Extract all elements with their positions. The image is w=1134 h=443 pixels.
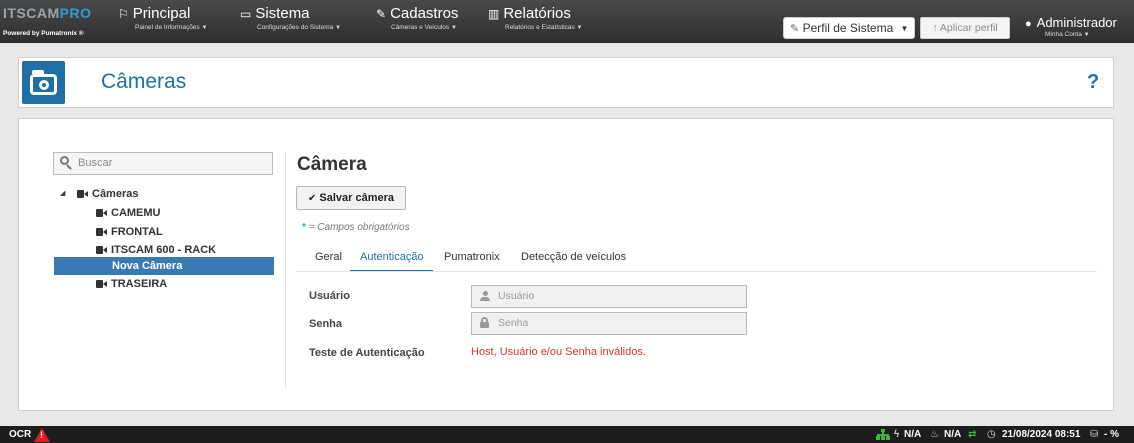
tree-item-nova-camera[interactable]: Nova Câmera	[54, 257, 274, 275]
clock-icon: ◷	[987, 429, 996, 440]
arrow-up-icon: ↑	[932, 22, 938, 34]
tree-item-camemu[interactable]: CAMEMU	[96, 204, 161, 222]
profile-select[interactable]: ✎ Perfil de Sistema ▼	[783, 17, 915, 39]
apply-profile-button[interactable]: ↑ Aplicar perfil	[920, 17, 1010, 39]
nav-sistema-subtitle: Configurações do Sistema	[257, 24, 334, 31]
wrench-icon: ✎	[790, 23, 800, 35]
lock-icon	[480, 317, 489, 328]
datetime: 21/08/2024 08:51	[1002, 429, 1081, 440]
main-panel: Buscar ◢ Câmeras CAMEMU FRONTAL ITSCAM 6…	[18, 118, 1114, 411]
search-icon	[60, 156, 72, 170]
video-camera-icon	[96, 280, 107, 288]
nav-sistema[interactable]: ▭ Sistema Configurações do Sistema ▼	[240, 5, 341, 39]
search-input[interactable]: Buscar	[53, 152, 273, 175]
auth-test-label: Teste de Autenticação	[309, 347, 425, 359]
brand-powered-by: Powered by Pumatronix ®	[3, 30, 84, 37]
page-title: Câmeras	[101, 70, 187, 93]
chevron-down-icon: ▼	[900, 24, 909, 33]
nav-relatorios[interactable]: ▥ Relatórios Relatórios e Estatísticas ▼	[488, 5, 583, 39]
video-camera-icon	[96, 209, 107, 217]
temperature-icon: ♨	[930, 429, 939, 440]
network-icon	[876, 429, 890, 440]
tab-geral[interactable]: Geral	[315, 250, 342, 264]
required-note-text: = Campos obrigatórios	[308, 222, 410, 233]
nav-principal-title: Principal	[132, 5, 191, 22]
bar-chart-icon: ▥	[488, 7, 500, 21]
tree-root-cameras[interactable]: ◢ Câmeras	[53, 185, 273, 203]
nav-principal[interactable]: ⚐ Principal Painel de Informações ▼	[118, 5, 207, 39]
password-field-placeholder: Senha	[498, 317, 529, 329]
camera-icon	[22, 61, 65, 104]
user-name: Administrador	[1036, 15, 1117, 30]
nav-cadastros-title: Cadastros	[390, 5, 459, 22]
profile-select-value: Perfil de Sistema	[802, 21, 894, 35]
page-header: Câmeras ?	[18, 57, 1114, 108]
tree-item-label: CAMEMU	[111, 207, 161, 219]
apply-profile-label: Aplicar perfil	[939, 22, 998, 34]
tree-item-label: ITSCAM 600 - RACK	[111, 244, 217, 256]
tree-item-label: FRONTAL	[111, 226, 163, 238]
monitor-icon: ▭	[240, 7, 252, 21]
form-title: Câmera	[297, 154, 367, 175]
user-icon	[480, 291, 490, 301]
expand-toggle-icon[interactable]: ◢	[60, 185, 65, 203]
save-camera-button[interactable]: ✔ Salvar câmera	[296, 186, 406, 210]
tab-pumatronix[interactable]: Pumatronix	[444, 250, 500, 264]
user-field-placeholder: Usuário	[498, 290, 535, 302]
tree-item-frontal[interactable]: FRONTAL	[96, 223, 163, 241]
caret-down-icon: ▼	[201, 25, 208, 31]
user-field-label: Usuário	[309, 290, 350, 302]
nav-relatorios-subtitle: Relatórios e Estatísticas	[505, 24, 575, 31]
caret-down-icon: ▼	[576, 25, 583, 31]
tree-root-label: Câmeras	[92, 188, 139, 200]
caret-down-icon: ▼	[335, 25, 342, 31]
tree-item-label: TRASEIRA	[111, 278, 168, 290]
nav-relatorios-title: Relatórios	[503, 5, 571, 22]
video-camera-icon	[96, 228, 107, 236]
ocr-label: OCR	[9, 429, 32, 440]
power-value: N/A	[904, 429, 922, 440]
caret-down-icon: ▼	[1083, 32, 1090, 38]
password-field[interactable]: Senha	[471, 312, 747, 335]
nav-principal-subtitle: Painel de Informações	[135, 24, 200, 31]
nav-cadastros[interactable]: ✎ Cadastros Câmeras e Veículos ▼	[376, 5, 458, 39]
brand-logo[interactable]: ITSCAMPRO Powered by Pumatronix ®	[3, 5, 103, 39]
tree-item-traseira[interactable]: TRASEIRA	[96, 275, 167, 293]
warning-mark: !	[40, 430, 43, 440]
video-camera-icon	[77, 190, 88, 198]
save-camera-label: Salvar câmera	[319, 192, 394, 204]
help-icon[interactable]: ?	[1087, 71, 1107, 93]
storage-value: - %	[1104, 429, 1119, 440]
flag-icon: ⚐	[118, 7, 129, 21]
power-icon: ϟ	[894, 429, 900, 440]
status-bar: OCR ! ϟ N/A ♨ N/A ⇄ ◷ 21/08/2024 08:51 ⛁…	[0, 426, 1134, 443]
tab-deteccao-veiculos[interactable]: Detecção de veículos	[521, 250, 626, 264]
auth-test-result: Host, Usuário e/ou Senha inválidos.	[471, 346, 646, 358]
video-camera-icon	[96, 246, 107, 254]
required-marker: *	[302, 222, 306, 233]
user-field[interactable]: Usuário	[471, 285, 747, 308]
required-fields-note: * = Campos obrigatórios	[302, 222, 410, 233]
temperature-value: N/A	[944, 429, 962, 440]
sync-icon: ⇄	[968, 429, 977, 440]
tab-autenticacao[interactable]: Autenticação	[360, 250, 424, 264]
nav-sistema-title: Sistema	[255, 5, 310, 22]
user-sub: Minha Conta	[1045, 31, 1082, 38]
brand-name: ITSCAMPRO	[3, 5, 92, 21]
edit-icon: ✎	[376, 7, 387, 21]
storage-icon: ⛁	[1090, 429, 1099, 440]
check-icon: ✔	[307, 193, 317, 204]
password-field-label: Senha	[309, 318, 343, 330]
user-icon: ●	[1025, 18, 1032, 30]
search-placeholder: Buscar	[78, 157, 113, 169]
nav-cadastros-subtitle: Câmeras e Veículos	[391, 24, 450, 31]
user-menu[interactable]: ● Administrador Minha Conta ▼	[1025, 16, 1133, 42]
tabs-divider	[296, 271, 1097, 272]
tree-item-label: Nova Câmera	[112, 260, 183, 272]
caret-down-icon: ▼	[450, 25, 457, 31]
panel-divider	[285, 152, 286, 389]
top-navbar: ITSCAMPRO Powered by Pumatronix ® ⚐ Princ…	[0, 0, 1134, 43]
